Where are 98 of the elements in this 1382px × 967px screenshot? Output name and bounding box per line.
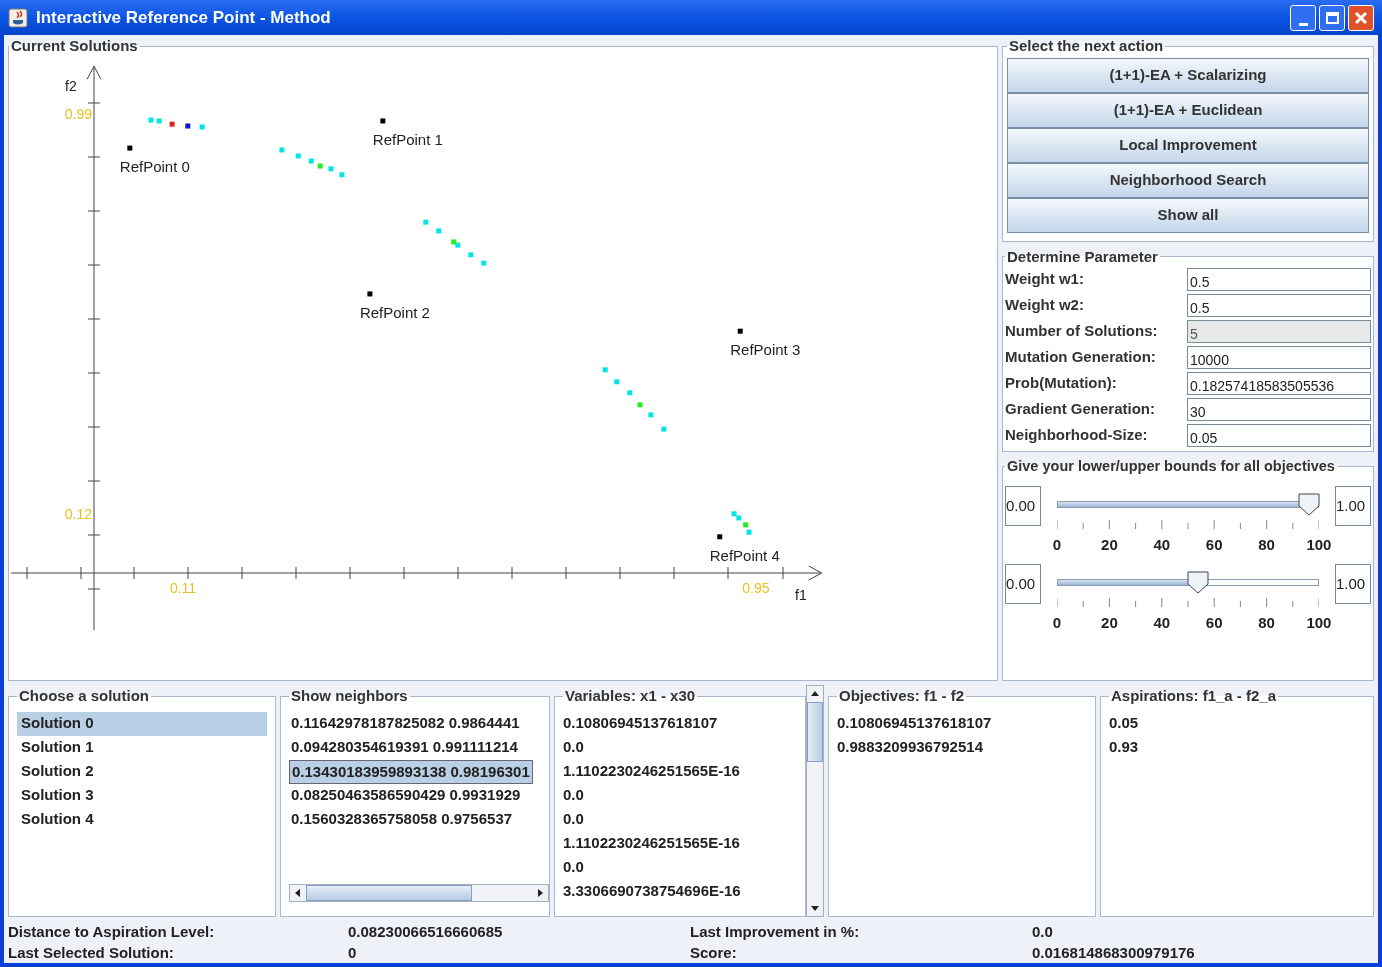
scale-label: 100 [1305, 534, 1333, 555]
variable-value: 0.0 [563, 784, 585, 805]
lower-bound-field[interactable]: 0.00 [1005, 564, 1041, 605]
variable-value: 1.1102230246251565E-16 [563, 760, 741, 781]
scale-label: 100 [1305, 613, 1333, 634]
close-button[interactable] [1348, 4, 1374, 31]
panel-title: Variables: x1 - x30 [564, 686, 697, 706]
parameter-label: Number of Solutions: [1005, 321, 1159, 342]
action-button[interactable]: (1+1)-EA + Scalarizing [1007, 57, 1369, 93]
solution-item[interactable]: Solution 0 [17, 711, 267, 736]
action-button[interactable]: Show all [1007, 197, 1369, 233]
close-icon [1354, 10, 1368, 25]
point-label: RefPoint 3 [730, 340, 801, 358]
solution-item[interactable]: Solution 1 [17, 735, 267, 760]
status-value: 0.0 [1032, 922, 1054, 942]
scale-label: 40 [1152, 534, 1172, 555]
neighbor-item[interactable]: 0.11642978187825082 0.9864441 [289, 711, 522, 736]
parameter-field[interactable]: 0.5 [1187, 294, 1371, 317]
tick-label: 0.11 [169, 579, 197, 596]
point-label: RefPoint 0 [119, 157, 190, 175]
app-icon [8, 7, 28, 28]
upper-bound-field[interactable]: 1.00 [1335, 485, 1371, 526]
status-label: Score: [690, 943, 738, 963]
solution-item[interactable]: Solution 4 [17, 807, 267, 832]
tick-label: 0.99 [64, 105, 92, 122]
objective-value: 0.10806945137618107 [837, 712, 993, 733]
status-value: 0.016814868300979176 [1032, 943, 1196, 963]
status-label: Last Improvement in %: [690, 922, 861, 942]
parameter-field[interactable]: 0.05 [1187, 424, 1371, 447]
window-title: Interactive Reference Point - Method [36, 6, 332, 29]
lower-bound-field[interactable]: 0.00 [1005, 485, 1041, 526]
aspiration-value: 0.05 [1109, 712, 1140, 733]
panel-title: Give your lower/upper bounds for all objectives [1006, 457, 1336, 476]
scale-label: 0 [1051, 534, 1063, 555]
solution-item[interactable]: Solution 2 [17, 759, 267, 784]
neighbor-item[interactable]: 0.08250463586590429 0.9931929 [289, 783, 523, 808]
action-button[interactable]: (1+1)-EA + Euclidean [1007, 92, 1369, 128]
parameter-label: Neighborhood-Size: [1005, 425, 1149, 446]
action-button[interactable]: Local Improvement [1007, 127, 1369, 163]
panel-title: Current Solutions [10, 36, 139, 56]
scrollbar-thumb[interactable] [306, 884, 472, 901]
variable-value: 1.1102230246251565E-16 [563, 832, 741, 853]
variable-value: 0.10806945137618107 [563, 712, 719, 733]
neighbor-item[interactable]: 0.094280354619391 0.991111214 [289, 735, 520, 760]
slider[interactable] [1057, 491, 1319, 516]
panel-title: Aspirations: f1_a - f2_a [1110, 686, 1278, 706]
horizontal-scrollbar[interactable] [289, 883, 549, 902]
parameter-label: Weight w2: [1005, 295, 1085, 316]
maximize-button[interactable] [1319, 4, 1345, 31]
status-value: 0.08230066516660685 [348, 922, 504, 942]
action-button[interactable]: Neighborhood Search [1007, 162, 1369, 198]
point-label: RefPoint 4 [709, 546, 780, 564]
status-label: Distance to Aspiration Level: [8, 922, 216, 942]
vertical-scrollbar[interactable] [806, 685, 824, 917]
scale-label: 60 [1204, 613, 1224, 634]
scale-label: 20 [1100, 534, 1119, 555]
status-label: Last Selected Solution: [8, 943, 175, 963]
variable-value: 0.0 [563, 808, 585, 829]
scale-label: 40 [1152, 613, 1172, 634]
point-label: RefPoint 2 [359, 303, 430, 321]
neighbor-item[interactable]: 0.13430183959893138 0.98196301 [289, 759, 533, 784]
parameter-label: Weight w1: [1005, 269, 1085, 290]
scale-label: 20 [1100, 613, 1119, 634]
tick-label: 0.12 [64, 505, 92, 522]
panel-title: Show neighbors [290, 686, 409, 706]
aspiration-value: 0.93 [1109, 736, 1140, 757]
point-label: RefPoint 1 [372, 130, 443, 148]
parameter-field[interactable]: 0.18257418583505536 [1187, 372, 1371, 395]
parameter-label: Gradient Generation: [1005, 399, 1157, 420]
scale-label: 0 [1051, 613, 1063, 634]
parameter-field[interactable]: 10000 [1187, 346, 1371, 369]
scale-label: 60 [1204, 534, 1224, 555]
panel-title: Select the next action [1008, 36, 1165, 56]
parameter-label: Mutation Generation: [1005, 347, 1157, 368]
variable-value: 0.0 [563, 856, 585, 877]
minimize-button[interactable] [1290, 4, 1316, 31]
axis-label: f1 [795, 586, 807, 603]
panel-title: Objectives: f1 - f2 [838, 686, 966, 706]
parameter-field[interactable]: 30 [1187, 398, 1371, 421]
slider[interactable] [1057, 570, 1319, 595]
axis-label: f2 [65, 77, 77, 94]
panel-title: Determine Parameter [1006, 246, 1159, 267]
upper-bound-field[interactable]: 1.00 [1335, 564, 1371, 605]
tick-label: 0.95 [742, 579, 770, 596]
slider-thumb[interactable] [1187, 570, 1210, 595]
panel-title: Choose a solution [18, 686, 150, 706]
scale-label: 80 [1257, 534, 1276, 555]
scale-label: 80 [1257, 613, 1276, 634]
parameter-label: Prob(Mutation): [1005, 373, 1118, 394]
neighbor-item[interactable]: 0.1560328365758058 0.9756537 [289, 807, 515, 832]
status-value: 0 [348, 943, 358, 963]
variable-value: 3.3306690738754696E-16 [563, 880, 742, 901]
objective-value: 0.9883209936792514 [837, 736, 984, 757]
variable-value: 0.0 [563, 736, 585, 757]
parameter-field[interactable]: 0.5 [1187, 268, 1371, 291]
slider-thumb[interactable] [1297, 491, 1320, 516]
solution-item[interactable]: Solution 3 [17, 783, 267, 808]
scrollbar-thumb[interactable] [807, 702, 823, 762]
